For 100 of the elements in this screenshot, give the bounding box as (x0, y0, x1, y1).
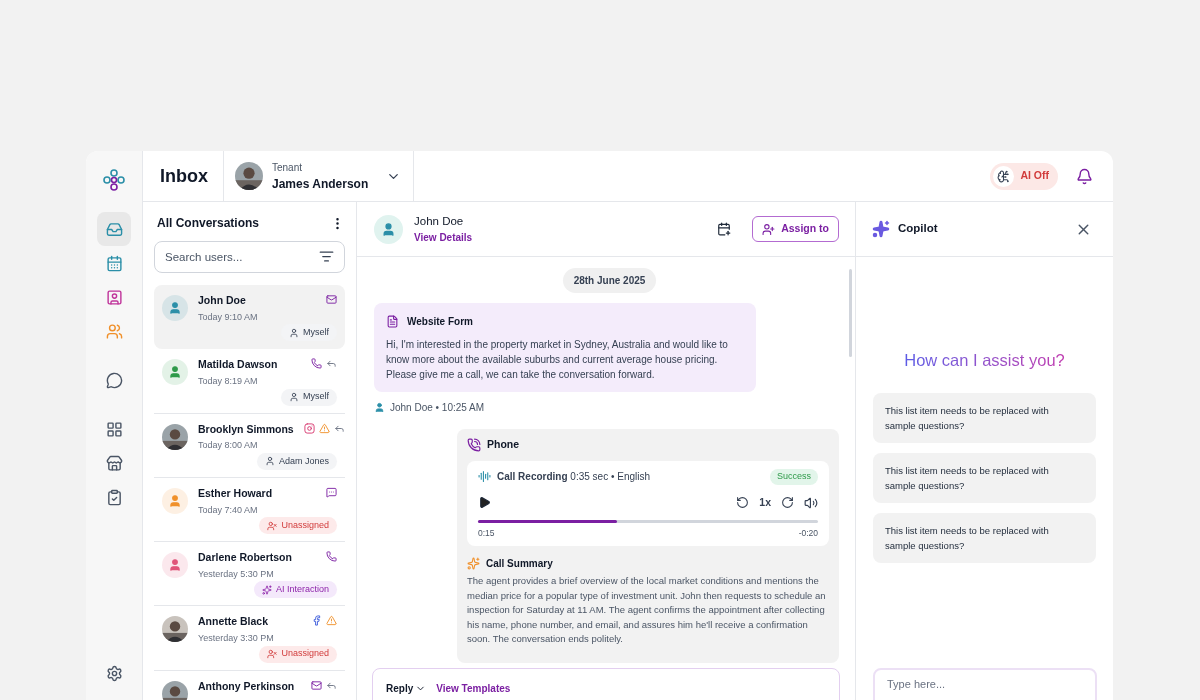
person-icon (168, 558, 182, 572)
contact-name: John Doe (198, 293, 247, 308)
chat-bubble-icon (326, 486, 337, 498)
tenant-name: James Anderson (272, 175, 370, 193)
contact-name: Darlene Robertson (198, 550, 293, 565)
page-title: Inbox (159, 164, 209, 188)
contact-name: Anthony Perkinson (198, 678, 296, 694)
inbox-icon (105, 220, 123, 238)
assignee-tag: Myself (281, 388, 337, 406)
person-icon (168, 365, 182, 380)
settings-icon (105, 664, 123, 682)
summary-text: The agent provides a brief overview of the local market conditions and mentions the median price for a popular type of investment unit. John then requests to schedule an inspection for Saturday at 11 AM. The agent confirms the appointment after collecting his name, phone number, and email, and assures him he'll receive a confirmation soon. The conversation ends politely. (467, 574, 827, 647)
list-title: All Conversations (157, 215, 260, 232)
reply-icon (326, 358, 337, 370)
user-plus-icon (762, 222, 776, 236)
unassigned-tag: Unassigned (259, 517, 337, 534)
brain-icon (997, 169, 1011, 183)
grid-icon (105, 420, 123, 438)
conversation-item[interactable]: John Doe Today 9:10 AM Myself (154, 285, 345, 350)
tenant-selector[interactable]: Tenant James Anderson (223, 151, 414, 201)
timestamp: Today 9:10 AM (198, 310, 259, 324)
recording-info: Call Recording 0:35 sec • English (497, 470, 651, 485)
suggestion-item[interactable]: This list item needs to be replaced with sample questions? (873, 452, 1096, 503)
contact-name: Esther Howard (198, 485, 274, 501)
envelope-icon (311, 679, 322, 691)
copilot-input[interactable]: Type here... (873, 668, 1097, 700)
phone-icon (326, 551, 337, 562)
form-icon (386, 315, 399, 328)
play-button[interactable] (478, 496, 491, 510)
message-source: Website Form (407, 315, 473, 329)
contact-name: Brooklyn Simmons (198, 421, 294, 437)
view-details-link[interactable]: View Details (414, 230, 707, 246)
conversation-item[interactable]: Brooklyn Simmons Today 8:00 AM Adam Jones (154, 413, 345, 478)
chat-icon (105, 371, 123, 389)
person-icon (374, 402, 385, 413)
timestamp: Today 8:19 AM (198, 375, 259, 388)
filter-icon[interactable] (319, 249, 334, 264)
user-x-icon (267, 520, 278, 531)
remaining-time: -0:20 (798, 526, 818, 540)
forward-icon[interactable] (781, 496, 794, 510)
status-badge: Success (770, 468, 818, 485)
person-icon (168, 493, 182, 508)
warning-icon (318, 422, 330, 434)
scrollbar[interactable] (849, 269, 852, 357)
assign-button[interactable]: Assign to (752, 216, 839, 242)
speed-button[interactable]: 1x (759, 494, 771, 511)
card-title: Phone (487, 437, 520, 452)
sparkles-icon (261, 584, 272, 595)
conversation-item[interactable]: Annette Black Yesterday 3:30 PM Unassigned (154, 606, 345, 671)
contact-name: John Doe (414, 213, 465, 229)
contact-card-icon (105, 288, 123, 306)
person-icon (289, 327, 299, 338)
timestamp: Today 8:00 AM (198, 439, 259, 453)
calendar-plus-icon[interactable] (717, 222, 732, 236)
person-icon (381, 221, 396, 237)
notification-bell-icon[interactable] (1076, 167, 1093, 185)
instagram-icon (303, 422, 315, 434)
elapsed-time: 0:15 (478, 526, 495, 540)
facebook-icon (311, 615, 322, 627)
message-text: Hi, I'm interested in the property market in Sydney, Australia and would like to know more about the available suburbs and current average house pricing. Please give me a call, we can take the conversation forward. (386, 338, 729, 382)
conversation-item[interactable]: Esther Howard Today 7:40 AM Unassigned (154, 477, 345, 542)
assignee-tag: Myself (281, 324, 337, 342)
person-icon (168, 301, 182, 315)
timestamp: Today 7:40 AM (198, 503, 259, 517)
progress-track[interactable] (478, 519, 818, 523)
conversation-item[interactable]: Anthony Perkinson (154, 670, 345, 700)
users-icon (105, 322, 123, 340)
message-meta: John Doe • 10:25 AM (390, 401, 485, 415)
user-x-icon (267, 649, 278, 659)
contact-name: Matilda Dawson (198, 357, 279, 373)
sparkles-icon (467, 557, 480, 571)
inbox-nav-button[interactable] (97, 212, 131, 246)
ai-interaction-tag: AI Interaction (253, 581, 337, 599)
reply-mode-dropdown[interactable]: Reply (386, 681, 427, 696)
audio-wave-icon (478, 470, 491, 484)
ai-toggle[interactable]: AI Off (990, 162, 1058, 190)
logo-icon (102, 168, 126, 192)
rewind-icon[interactable] (736, 496, 750, 510)
person-icon (264, 456, 275, 467)
calendar-icon (105, 254, 123, 272)
assignee-tag: Adam Jones (256, 452, 337, 470)
sparkles-icon (872, 220, 890, 238)
volume-icon[interactable] (804, 495, 818, 510)
timestamp: Yesterday 3:30 PM (198, 632, 275, 645)
phone-call-icon (467, 437, 481, 452)
envelope-icon (326, 294, 337, 305)
phone-icon (311, 358, 322, 370)
unassigned-tag: Unassigned (259, 645, 337, 663)
suggestion-item[interactable]: This list item needs to be replaced with sample questions? (873, 512, 1096, 563)
clipboard-icon (105, 488, 123, 506)
date-separator: 28th June 2025 (562, 268, 657, 293)
conversation-item[interactable]: Darlene Robertson Yesterday 5:30 PM AI Interaction (154, 542, 345, 607)
suggestion-item[interactable]: This list item needs to be replaced with sample questions? (873, 392, 1096, 443)
panel-title: Copilot (898, 221, 939, 237)
conversation-item[interactable]: Matilda Dawson Today 8:19 AM Myself (154, 349, 345, 414)
reply-box[interactable]: Reply View Templates (372, 668, 840, 700)
contact-name: Annette Black (198, 614, 270, 630)
search-field[interactable]: Search users... (154, 241, 345, 273)
view-templates-link[interactable]: View Templates (436, 681, 511, 696)
summary-title: Call Summary (486, 557, 553, 572)
